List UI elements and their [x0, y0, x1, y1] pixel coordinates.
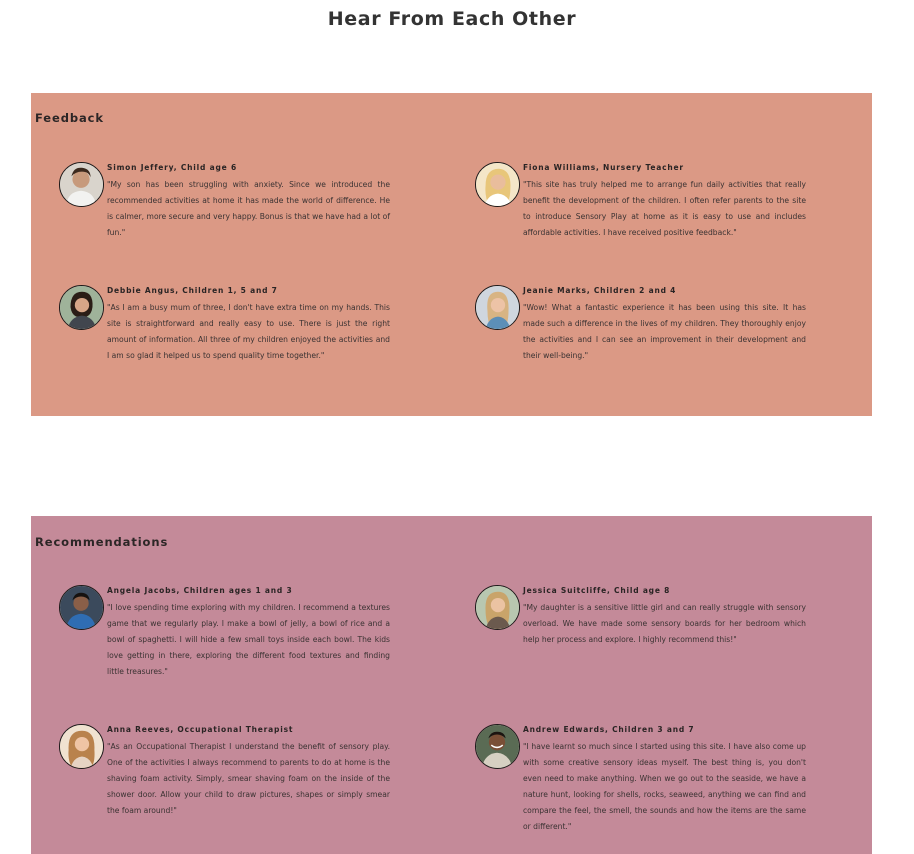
avatar [475, 585, 520, 630]
testimonial-text: "I have learnt so much since I started u… [523, 742, 806, 831]
testimonial-name: Andrew Edwards, Children 3 and 7 [523, 725, 695, 734]
avatar [59, 285, 104, 330]
testimonial-text: "I love spending time exploring with my … [107, 603, 390, 676]
testimonial-name: Simon Jeffery, Child age 6 [107, 163, 237, 172]
recommendations-section: Recommendations Angela Jacobs, Children … [31, 516, 872, 854]
testimonial-text: "This site has truly helped me to arrang… [523, 180, 806, 237]
testimonial-text: "As I am a busy mum of three, I don't ha… [107, 303, 390, 360]
testimonial-name: Debbie Angus, Children 1, 5 and 7 [107, 286, 278, 295]
section-title-feedback: Feedback [35, 111, 104, 125]
avatar [59, 585, 104, 630]
avatar [475, 162, 520, 207]
avatar [59, 162, 104, 207]
testimonial-name: Anna Reeves, Occupational Therapist [107, 725, 294, 734]
testimonial-name: Jessica Suitcliffe, Child age 8 [523, 586, 671, 595]
testimonial-text: "My daughter is a sensitive little girl … [523, 603, 806, 644]
avatar [475, 724, 520, 769]
feedback-section: Feedback Simon Jeffery, Child age 6 "My … [31, 93, 872, 416]
section-title-recommendations: Recommendations [35, 535, 169, 549]
testimonial-name: Angela Jacobs, Children ages 1 and 3 [107, 586, 293, 595]
page-title: Hear From Each Other [327, 8, 577, 30]
testimonial-name: Jeanie Marks, Children 2 and 4 [523, 286, 677, 295]
testimonial-text: "As an Occupational Therapist I understa… [107, 742, 390, 815]
avatar [59, 724, 104, 769]
testimonial-text: "My son has been struggling with anxiety… [107, 180, 390, 237]
avatar [475, 285, 520, 330]
testimonial-name: Fiona Williams, Nursery Teacher [523, 163, 684, 172]
testimonial-text: "Wow! What a fantastic experience it has… [523, 303, 806, 360]
